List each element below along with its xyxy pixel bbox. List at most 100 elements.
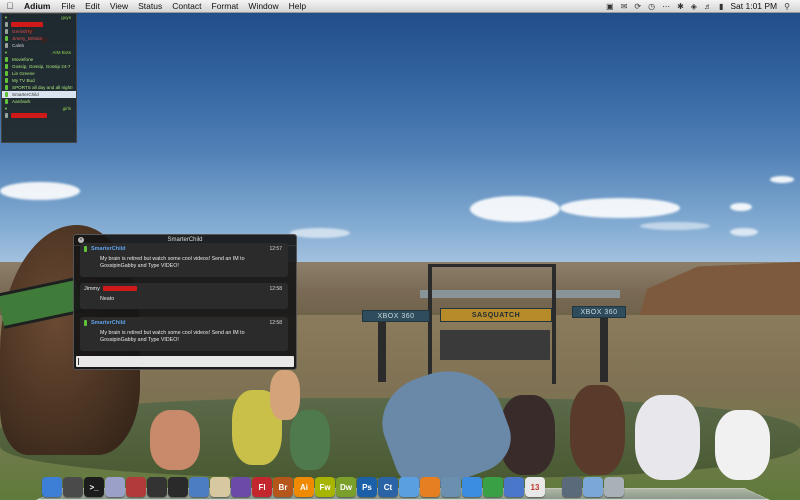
firefox-icon[interactable]: [420, 477, 440, 497]
buddy-item[interactable]: Lin Greene: [2, 70, 76, 77]
spotlight-icon[interactable]: ⚲: [784, 2, 790, 11]
banner-center: SASQUATCH: [440, 308, 552, 322]
menu-file[interactable]: File: [56, 1, 80, 11]
bridge-icon[interactable]: Br: [273, 477, 293, 497]
menu-edit[interactable]: Edit: [80, 1, 105, 11]
wifi-icon[interactable]: ◈: [691, 2, 697, 11]
contribute-icon[interactable]: [231, 477, 251, 497]
status-icon: [5, 29, 8, 34]
buddy-item[interactable]: [2, 112, 76, 119]
person: [150, 410, 200, 470]
safari-icon[interactable]: [399, 477, 419, 497]
status-icon: [5, 99, 8, 104]
photoshop-icon[interactable]: Ps: [357, 477, 377, 497]
cloud: [640, 222, 710, 230]
flash-icon[interactable]: Fl: [252, 477, 272, 497]
menu-window[interactable]: Window: [243, 1, 283, 11]
message-text: My brain is retired but watch some cool …: [100, 256, 245, 269]
cloud: [730, 228, 758, 236]
banner-left: XBOX 360: [362, 310, 430, 322]
buddy-item[interactable]: Jimmy_Brittain: [2, 35, 76, 42]
cd-icon[interactable]: [105, 477, 125, 497]
status-icon: [5, 64, 8, 69]
clapper-icon[interactable]: [168, 477, 188, 497]
buddy-item[interactable]: Aardvark: [2, 98, 76, 105]
status-icon: [5, 85, 8, 90]
app-menu[interactable]: Adium: [20, 1, 56, 11]
menu-contact[interactable]: Contact: [167, 1, 206, 11]
buddy-name: GerrishTy: [12, 29, 32, 34]
buddy-item[interactable]: [2, 21, 76, 28]
menu-status[interactable]: Status: [133, 1, 167, 11]
menu-clock[interactable]: Sat 1:01 PM: [730, 1, 777, 11]
terminal-icon[interactable]: >_: [84, 477, 104, 497]
stage-deck: [440, 330, 550, 360]
terminal-status-icon[interactable]: ▣: [606, 2, 614, 11]
adium-icon[interactable]: [483, 477, 503, 497]
group-header[interactable]: ▼ guys: [2, 14, 76, 21]
person: [290, 410, 330, 470]
message-sender: SmarterChild: [91, 246, 126, 252]
status-icon: [5, 113, 8, 118]
xcode-icon[interactable]: [189, 477, 209, 497]
disclosure-triangle-icon[interactable]: ▼: [4, 50, 8, 55]
trash-icon[interactable]: [604, 477, 624, 497]
buddy-item[interactable]: Moviefone: [2, 56, 76, 63]
buddy-name: Lin Greene: [12, 71, 35, 76]
compass-icon[interactable]: [63, 477, 83, 497]
status-icon: [5, 92, 8, 97]
camera-icon[interactable]: [147, 477, 167, 497]
contribute-cs-icon[interactable]: Ct: [378, 477, 398, 497]
group-name: AIM Bots: [52, 50, 71, 55]
buddy-item[interactable]: My TV Bud: [2, 77, 76, 84]
menu-format[interactable]: Format: [207, 1, 244, 11]
preview-icon[interactable]: [441, 477, 461, 497]
textedit-icon[interactable]: [210, 477, 230, 497]
mail-status-icon[interactable]: ✉: [621, 2, 628, 11]
dock-icons: >_ Fl Br Ai Fw Dw Ps Ct 13: [42, 477, 624, 497]
status-icon: [5, 57, 8, 62]
message-input[interactable]: [76, 356, 294, 367]
buddy-item[interactable]: Caleb: [2, 42, 76, 49]
redacted-name: [103, 286, 137, 291]
fireworks-icon[interactable]: Fw: [315, 477, 335, 497]
message-sender: Jimmy: [84, 286, 100, 292]
finder-icon[interactable]: [42, 477, 62, 497]
group-header[interactable]: ▼ girls: [2, 105, 76, 112]
ical-icon[interactable]: 13: [525, 477, 545, 497]
photobooth-icon[interactable]: [126, 477, 146, 497]
menu-view[interactable]: View: [105, 1, 133, 11]
battery-icon[interactable]: ▮: [719, 2, 723, 11]
buddy-item[interactable]: GerrishTy: [2, 28, 76, 35]
buddy-item[interactable]: SPORTS all day and all night!: [2, 84, 76, 91]
folder-icon[interactable]: [583, 477, 603, 497]
chat-window: × SmarterChild SmarterChild 12:57 My bra…: [73, 234, 297, 370]
message-text: My brain is retired but watch some cool …: [100, 330, 245, 343]
group-header[interactable]: ▼ AIM Bots: [2, 49, 76, 56]
cloud: [0, 182, 80, 200]
menu-help[interactable]: Help: [284, 1, 311, 11]
illustrator-icon[interactable]: Ai: [294, 477, 314, 497]
menu-bar:  Adium File Edit View Status Contact Fo…: [0, 0, 800, 13]
mail-icon[interactable]: [504, 477, 524, 497]
disclosure-triangle-icon[interactable]: ▼: [4, 15, 8, 20]
timemachine-status-icon[interactable]: ◷: [648, 2, 655, 11]
river: [420, 290, 620, 298]
volume-icon[interactable]: ♬: [704, 2, 712, 11]
disclosure-triangle-icon[interactable]: ▼: [4, 106, 8, 111]
message-sender: SmarterChild: [91, 320, 126, 326]
stage-speaker: [378, 312, 386, 382]
buddy-item-selected[interactable]: SmarterChild: [2, 91, 76, 98]
itunes-icon[interactable]: [462, 477, 482, 497]
sync-icon[interactable]: ⟳: [634, 2, 641, 11]
apple-menu-icon[interactable]: : [0, 1, 20, 11]
buddy-item[interactable]: Gossip, Gossip, Gossip 24-7: [2, 63, 76, 70]
buddy-name: SmarterChild: [12, 92, 39, 97]
dreamweaver-icon[interactable]: Dw: [336, 477, 356, 497]
message-time: 12:58: [269, 286, 282, 292]
timemachine-icon[interactable]: [562, 477, 582, 497]
status-icon: [5, 71, 8, 76]
dots-icon[interactable]: ⋯: [662, 2, 670, 11]
bluetooth-icon[interactable]: ✱: [677, 2, 684, 11]
cloud: [470, 196, 560, 222]
